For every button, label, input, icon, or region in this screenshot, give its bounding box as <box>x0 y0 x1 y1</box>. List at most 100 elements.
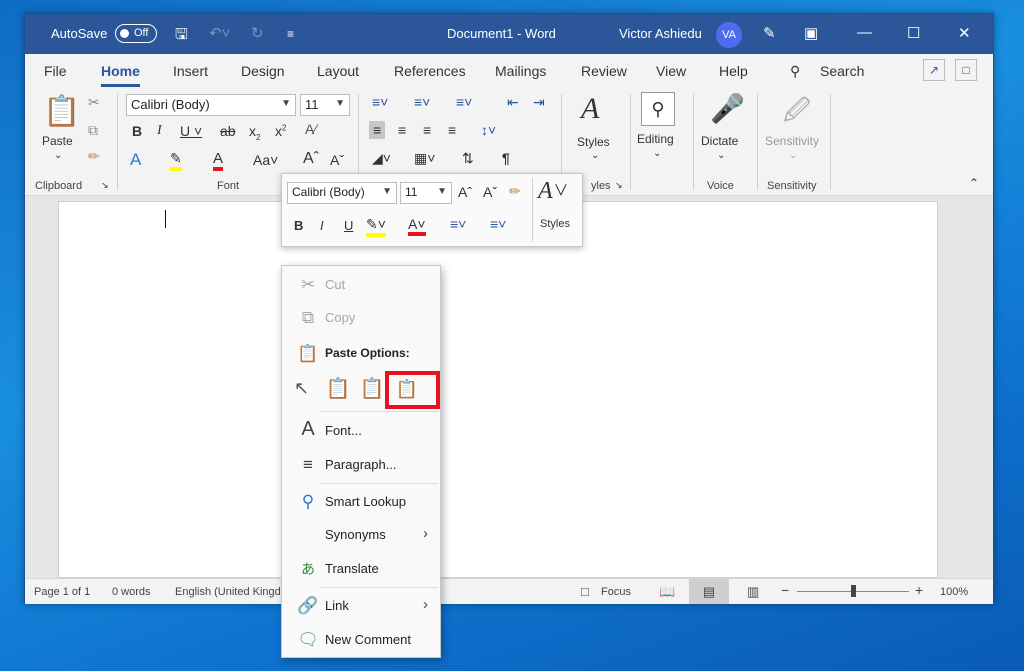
tab-help[interactable]: Help <box>719 63 748 79</box>
share-icon[interactable]: ↗ <box>923 59 945 81</box>
styles-chevron-icon[interactable]: ⌄ <box>591 150 599 161</box>
editing-button[interactable]: Editing <box>637 132 674 146</box>
tab-view[interactable]: View <box>656 63 686 79</box>
redo-icon[interactable]: ↻ <box>251 24 264 42</box>
undo-icon[interactable]: ↶˅ <box>209 24 230 42</box>
editing-chevron-icon[interactable]: ⌄ <box>653 148 661 159</box>
zoom-out-icon[interactable]: − <box>781 582 789 598</box>
word-count[interactable]: 0 words <box>112 586 151 598</box>
mini-styles-icon[interactable]: A˅ <box>538 178 569 205</box>
zoom-slider-thumb[interactable] <box>851 585 856 597</box>
tab-references[interactable]: References <box>394 63 466 79</box>
underline-icon[interactable]: U ˅ <box>180 123 202 139</box>
align-left-icon[interactable]: ≡ <box>369 121 386 139</box>
sort-icon[interactable]: ⇅ <box>462 150 474 167</box>
microphone-icon[interactable]: 🎤 <box>710 92 745 125</box>
format-painter-icon[interactable]: ✏ <box>88 148 100 165</box>
page-count[interactable]: Page 1 of 1 <box>34 586 90 598</box>
menu-item-paragraph[interactable]: ≡ Paragraph... <box>282 450 440 480</box>
subscript-icon[interactable]: x2 <box>249 123 260 142</box>
minimize-icon[interactable]: — <box>857 24 872 41</box>
tab-insert[interactable]: Insert <box>173 63 208 79</box>
styles-launcher-icon[interactable]: ↘ <box>615 180 623 191</box>
mini-font-name-combo[interactable]: Calibri (Body) ▼ <box>287 182 397 204</box>
search-icon[interactable]: ⚲ <box>790 63 800 80</box>
dictate-chevron-icon[interactable]: ⌄ <box>717 150 725 161</box>
search-box[interactable]: Search <box>820 63 864 79</box>
language-status[interactable]: English (United Kingd <box>175 586 281 598</box>
menu-item-font[interactable]: A Font... <box>282 416 440 446</box>
focus-button[interactable]: Focus <box>601 586 631 598</box>
maximize-icon[interactable]: ☐ <box>907 24 920 42</box>
mini-numbering-icon[interactable]: ≡˅ <box>490 216 506 232</box>
avatar[interactable]: VA <box>716 22 742 48</box>
show-marks-icon[interactable]: ¶ <box>502 150 510 166</box>
customize-qat-icon[interactable]: ≡ <box>287 27 294 41</box>
comments-icon[interactable]: □ <box>955 59 977 81</box>
font-name-combo[interactable]: Calibri (Body) ▼ <box>126 94 296 116</box>
ribbon-display-icon[interactable]: ▣ <box>804 24 818 42</box>
zoom-level[interactable]: 100% <box>940 586 968 598</box>
paste-icon[interactable]: 📋 <box>43 94 80 129</box>
bullets-icon[interactable]: ≡˅ <box>372 94 388 110</box>
mini-font-color-icon[interactable]: A˅ <box>408 216 426 236</box>
highlight-color-icon[interactable]: ✎ <box>170 150 182 171</box>
menu-item-synonyms[interactable]: Synonyms › <box>282 520 440 550</box>
tab-review[interactable]: Review <box>581 63 627 79</box>
decrease-indent-icon[interactable]: ⇤ <box>507 94 519 111</box>
clipboard-launcher-icon[interactable]: ↘ <box>101 180 109 191</box>
mini-highlight-icon[interactable]: ✎˅ <box>366 216 386 237</box>
tab-mailings[interactable]: Mailings <box>495 63 546 79</box>
paste-button[interactable]: Paste <box>42 134 73 148</box>
dictate-button[interactable]: Dictate <box>701 134 738 148</box>
collapse-ribbon-icon[interactable]: ⌃ <box>969 176 979 190</box>
merge-formatting-icon[interactable]: 📋 <box>357 374 387 404</box>
align-right-icon[interactable]: ≡ <box>423 122 431 138</box>
focus-icon[interactable]: □ <box>581 584 589 599</box>
web-layout-icon[interactable]: ▥ <box>747 584 759 600</box>
align-center-icon[interactable]: ≡ <box>398 122 406 138</box>
mini-grow-font-icon[interactable]: Aˆ <box>458 184 472 200</box>
pen-icon[interactable]: ✎ <box>763 24 776 42</box>
find-icon[interactable]: ⚲ <box>641 92 675 126</box>
mini-bullets-icon[interactable]: ≡˅ <box>450 216 466 232</box>
tab-design[interactable]: Design <box>241 63 285 79</box>
read-mode-icon[interactable]: 📖 <box>659 584 675 600</box>
menu-item-smart-lookup[interactable]: ⚲ Smart Lookup <box>282 487 440 517</box>
menu-item-link[interactable]: 🔗 Link › <box>282 591 440 621</box>
mini-underline-icon[interactable]: U <box>344 218 353 233</box>
print-layout-icon[interactable]: ▤ <box>689 579 729 604</box>
italic-icon[interactable]: I <box>157 123 162 139</box>
save-icon[interactable]: 🖫 <box>175 24 188 49</box>
document-page[interactable] <box>58 201 938 578</box>
grow-font-icon[interactable]: Aˆ <box>303 150 319 168</box>
zoom-in-icon[interactable]: + <box>915 582 923 598</box>
change-case-icon[interactable]: Aa˅ <box>253 152 278 168</box>
mini-format-painter-icon[interactable]: ✏ <box>509 183 521 200</box>
line-spacing-icon[interactable]: ↕˅ <box>481 122 496 138</box>
strikethrough-icon[interactable]: ab <box>220 123 236 139</box>
mini-italic-icon[interactable]: I <box>320 218 324 233</box>
cut-icon[interactable]: ✂ <box>88 94 100 111</box>
font-size-combo[interactable]: 11 ▼ <box>300 94 350 116</box>
user-name[interactable]: Victor Ashiedu <box>619 26 702 41</box>
mini-styles-button[interactable]: Styles <box>540 218 570 230</box>
justify-icon[interactable]: ≡ <box>448 122 456 138</box>
shading-icon[interactable]: ◢˅ <box>372 150 391 167</box>
mini-shrink-font-icon[interactable]: Aˇ <box>483 184 497 200</box>
increase-indent-icon[interactable]: ⇥ <box>533 94 545 111</box>
keep-source-formatting-icon[interactable]: 📋 <box>323 374 353 404</box>
font-color-icon[interactable]: A <box>213 150 224 171</box>
menu-item-new-comment[interactable]: 🗨 New Comment <box>282 625 440 655</box>
tab-file[interactable]: File <box>44 63 67 79</box>
superscript-icon[interactable]: x2 <box>275 123 286 139</box>
menu-item-translate[interactable]: あ Translate <box>282 554 440 584</box>
bold-icon[interactable]: B <box>132 123 142 139</box>
styles-icon[interactable]: A <box>581 92 599 126</box>
close-icon[interactable]: ✕ <box>958 24 971 42</box>
text-effects-icon[interactable]: A <box>130 150 141 170</box>
numbering-icon[interactable]: ≡˅ <box>414 94 430 110</box>
mini-font-size-combo[interactable]: 11 ▼ <box>400 182 452 204</box>
shrink-font-icon[interactable]: Aˇ <box>330 152 344 168</box>
borders-icon[interactable]: ▦˅ <box>414 150 435 167</box>
